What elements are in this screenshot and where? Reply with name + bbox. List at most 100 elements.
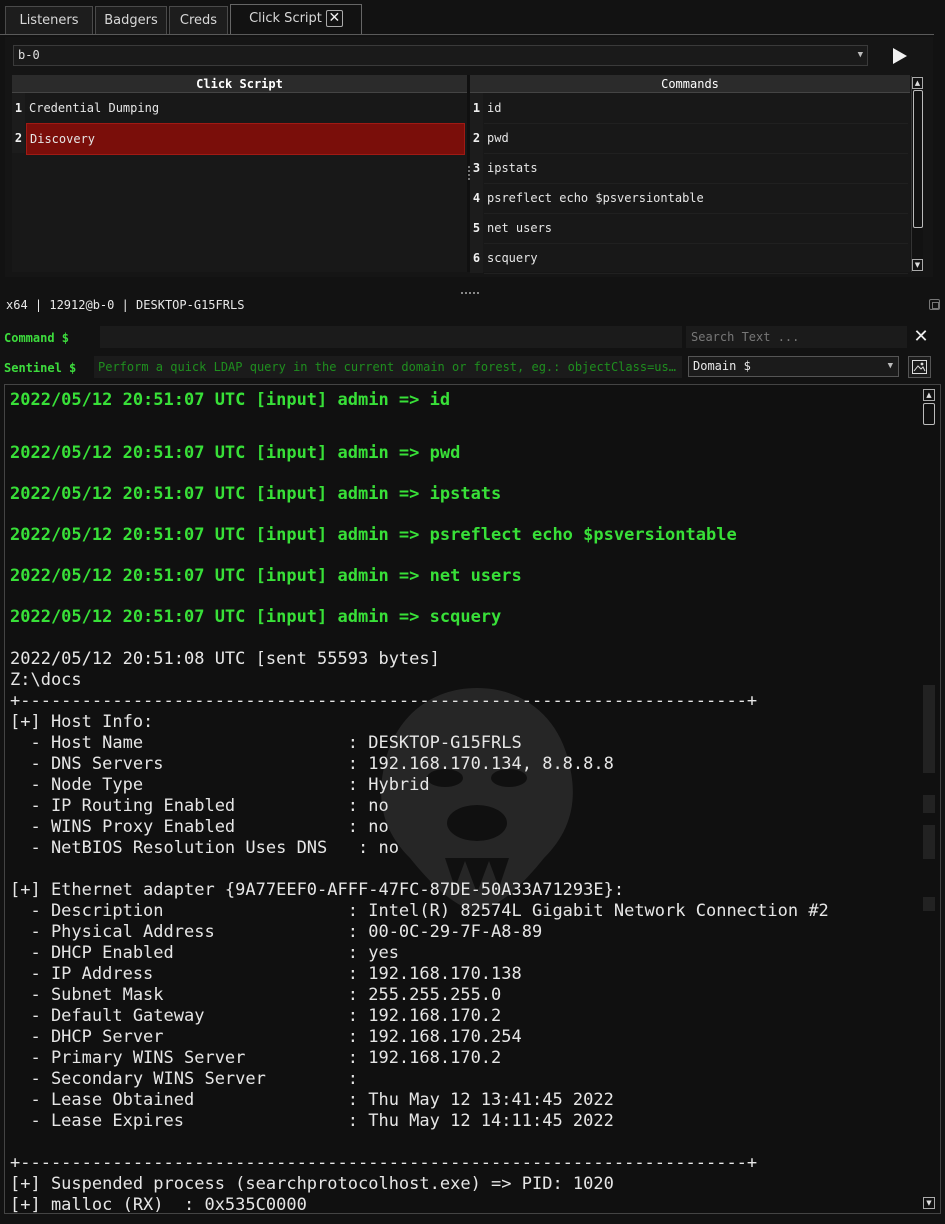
row-number: 3 bbox=[470, 153, 483, 183]
console-line: - IP Routing Enabled : no bbox=[10, 796, 389, 816]
detach-window-icon[interactable] bbox=[929, 299, 940, 310]
command-row[interactable]: 6 scquery bbox=[470, 243, 910, 274]
console-line: - Physical Address : 00-0C-29-7F-A8-89 bbox=[10, 922, 543, 942]
command-input[interactable] bbox=[100, 326, 682, 348]
commands-table: Commands 1 id 2 pwd 3 ipstats 4 psreflec… bbox=[470, 75, 910, 274]
tab-label: Creds bbox=[179, 13, 218, 28]
tab-listeners[interactable]: Listeners bbox=[5, 6, 93, 35]
command-row[interactable]: 1 id bbox=[470, 93, 910, 124]
console-line: - WINS Proxy Enabled : no bbox=[10, 817, 389, 837]
command-row[interactable]: 5 net users bbox=[470, 213, 910, 244]
console-line: - Description : Intel(R) 82574L Gigabit … bbox=[10, 901, 829, 921]
tab-click-script[interactable]: Click Script ✕ bbox=[230, 4, 362, 34]
console-line: 2022/05/12 20:51:07 UTC [input] admin =>… bbox=[10, 566, 522, 586]
gorilla-logo-watermark bbox=[360, 683, 595, 913]
console-line: [+] Ethernet adapter {9A77EEF0-AFFF-47FC… bbox=[10, 880, 625, 900]
scroll-down-icon[interactable]: ▼ bbox=[923, 1197, 935, 1209]
session-status: x64 | 12912@b-0 | DESKTOP-G15FRLS bbox=[6, 298, 245, 312]
console-line: - Lease Obtained : Thu May 12 13:41:45 2… bbox=[10, 1090, 614, 1110]
console-line: 2022/05/12 20:51:07 UTC [input] admin =>… bbox=[10, 390, 451, 410]
console-line: 2022/05/12 20:51:07 UTC [input] admin =>… bbox=[10, 525, 737, 545]
scrollbar-track-marker bbox=[923, 795, 935, 813]
tab-underline bbox=[0, 34, 934, 35]
command-label: scquery bbox=[484, 243, 908, 274]
row-number: 2 bbox=[470, 123, 483, 153]
row-number: 4 bbox=[470, 183, 483, 213]
console-line: 2022/05/12 20:51:07 UTC [input] admin =>… bbox=[10, 443, 461, 463]
command-label: net users bbox=[484, 213, 908, 244]
script-label: Credential Dumping bbox=[26, 93, 465, 124]
sentinel-ldap-input[interactable]: Perform a quick LDAP query in the curren… bbox=[94, 356, 682, 378]
domain-select[interactable]: Domain $ ▼ bbox=[688, 356, 899, 377]
console-line: - DNS Servers : 192.168.170.134, 8.8.8.8 bbox=[10, 754, 614, 774]
console-line: 2022/05/12 20:51:07 UTC [input] admin =>… bbox=[10, 607, 502, 627]
console-line: - NetBIOS Resolution Uses DNS : no bbox=[10, 838, 399, 858]
script-table: Click Script 1 Credential Dumping 2 Disc… bbox=[12, 75, 467, 272]
script-label: Discovery bbox=[26, 123, 465, 155]
tab-label: Click Script bbox=[249, 11, 322, 26]
console-line: +---------------------------------------… bbox=[10, 691, 758, 711]
image-icon[interactable] bbox=[908, 356, 931, 378]
play-icon[interactable] bbox=[890, 46, 910, 66]
command-prompt-label: Command $ bbox=[4, 331, 70, 345]
console-line: - Lease Expires : Thu May 12 14:11:45 20… bbox=[10, 1111, 614, 1131]
console-line: Z:\docs bbox=[10, 670, 82, 690]
row-number: 2 bbox=[12, 123, 25, 153]
scrollbar-thumb[interactable] bbox=[923, 403, 935, 425]
command-row[interactable]: 4 psreflect echo $psversiontable bbox=[470, 183, 910, 214]
scroll-up-icon[interactable]: ▲ bbox=[923, 389, 935, 401]
script-table-header: Click Script bbox=[12, 75, 467, 93]
tab-label: Listeners bbox=[19, 13, 79, 28]
badger-select[interactable]: b-0 ▼ bbox=[13, 45, 868, 66]
console-line: - Subnet Mask : 255.255.255.0 bbox=[10, 985, 502, 1005]
console-output[interactable]: 2022/05/12 20:51:07 UTC [input] admin =>… bbox=[4, 384, 941, 1214]
console-line: 2022/05/12 20:51:07 UTC [input] admin =>… bbox=[10, 484, 502, 504]
tab-badgers[interactable]: Badgers bbox=[95, 6, 167, 35]
console-line: - Secondary WINS Server : bbox=[10, 1069, 358, 1089]
close-icon[interactable]: ✕ bbox=[913, 327, 929, 347]
console-line: - Primary WINS Server : 192.168.170.2 bbox=[10, 1048, 502, 1068]
tab-creds[interactable]: Creds bbox=[169, 6, 228, 35]
console-line: - Default Gateway : 192.168.170.2 bbox=[10, 1006, 502, 1026]
command-row[interactable]: 3 ipstats bbox=[470, 153, 910, 184]
script-row-selected[interactable]: 2 Discovery bbox=[12, 123, 467, 155]
command-label: pwd bbox=[484, 123, 908, 154]
row-number: 6 bbox=[470, 243, 483, 273]
console-line: [+] Suspended process (searchprotocolhos… bbox=[10, 1174, 614, 1194]
commands-scrollbar[interactable]: ▲ ▼ bbox=[911, 76, 923, 272]
chevron-down-icon: ▼ bbox=[857, 50, 863, 60]
row-number: 1 bbox=[12, 93, 25, 123]
scrollbar-thumb[interactable] bbox=[913, 90, 923, 228]
scroll-down-icon[interactable]: ▼ bbox=[912, 259, 923, 271]
tab-label: Badgers bbox=[104, 13, 158, 28]
commands-table-header: Commands bbox=[470, 75, 910, 93]
horizontal-splitter-grip-icon[interactable] bbox=[461, 292, 479, 294]
scroll-up-icon[interactable]: ▲ bbox=[912, 77, 923, 89]
domain-select-value: Domain $ bbox=[693, 359, 751, 373]
scrollbar-track-marker bbox=[923, 825, 935, 859]
chevron-down-icon: ▼ bbox=[887, 361, 893, 371]
console-line: - Node Type : Hybrid bbox=[10, 775, 430, 795]
row-number: 5 bbox=[470, 213, 483, 243]
console-line: 2022/05/12 20:51:08 UTC [sent 55593 byte… bbox=[10, 649, 440, 669]
console-line: - DHCP Server : 192.168.170.254 bbox=[10, 1027, 522, 1047]
command-label: id bbox=[484, 93, 908, 124]
script-row[interactable]: 1 Credential Dumping bbox=[12, 93, 467, 124]
row-number: 1 bbox=[470, 93, 483, 123]
search-text-input[interactable]: Search Text ... bbox=[686, 326, 907, 348]
tab-bar: Listeners Badgers Creds Click Script ✕ bbox=[0, 0, 945, 36]
console-line: [+] Host Info: bbox=[10, 712, 154, 732]
command-label: psreflect echo $psversiontable bbox=[484, 183, 908, 214]
console-line: - DHCP Enabled : yes bbox=[10, 943, 399, 963]
console-line: [+] malloc (RX) : 0x535C0000 bbox=[10, 1195, 307, 1214]
console-scrollbar[interactable]: ▲ ▼ bbox=[920, 385, 937, 1213]
scrollbar-track-marker bbox=[923, 897, 935, 911]
command-label: ipstats bbox=[484, 153, 908, 184]
command-row[interactable]: 2 pwd bbox=[470, 123, 910, 154]
scrollbar-track-marker bbox=[923, 685, 935, 773]
tab-close-icon[interactable]: ✕ bbox=[325, 10, 343, 27]
console-line: - Host Name : DESKTOP-G15FRLS bbox=[10, 733, 522, 753]
console-line: - IP Address : 192.168.170.138 bbox=[10, 964, 522, 984]
console-line: +---------------------------------------… bbox=[10, 1153, 758, 1173]
badger-select-value: b-0 bbox=[18, 48, 40, 62]
